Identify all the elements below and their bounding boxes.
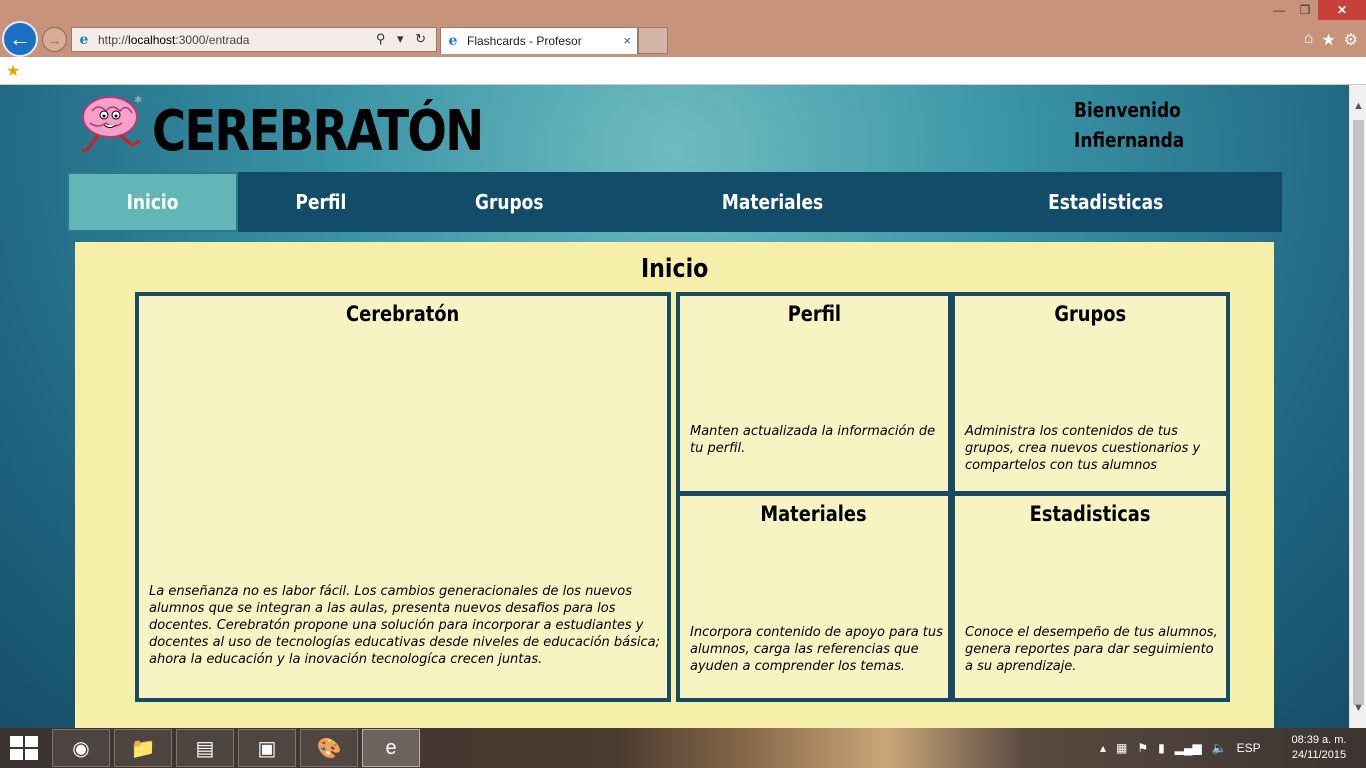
file-explorer-icon[interactable]: 📁 <box>114 729 172 767</box>
language-indicator[interactable]: ESP <box>1237 741 1261 755</box>
card-title: Grupos <box>1054 302 1127 326</box>
browser-tools: ⌂ ★ ⚙ <box>1304 30 1358 50</box>
system-clock[interactable]: 08:39 a. m. 24/11/2015 <box>1286 733 1352 763</box>
nav-materiales[interactable]: Materiales <box>615 172 930 232</box>
card-cerebraton: Cerebratón La enseñanza no es labor fáci… <box>135 292 671 702</box>
url-host: localhost <box>128 32 176 47</box>
chrome-app-icon[interactable]: ◉ <box>52 729 110 767</box>
page-title: Inicio <box>640 254 709 284</box>
card-title: Estadisticas <box>1030 502 1151 526</box>
scroll-down-icon[interactable]: ▼ <box>1350 699 1366 716</box>
window-controls: — ❐ ✕ <box>1266 0 1366 20</box>
home-icon[interactable]: ⌂ <box>1304 30 1314 50</box>
favorites-bar: ★ <box>0 57 1366 85</box>
browser-chrome: ← → e http://localhost:3000/entrada ⚲ ▾ … <box>0 0 1366 85</box>
desktop-grid-icon[interactable]: ▦ <box>1116 741 1127 755</box>
clock-time: 08:39 a. m. <box>1291 734 1347 746</box>
card-grupos[interactable]: Grupos Administra los contenidos de tus … <box>951 292 1230 495</box>
tab-ie-icon: e <box>448 33 458 49</box>
ie-page-icon: e <box>79 31 89 48</box>
scroll-thumb[interactable] <box>1353 120 1364 705</box>
settings-gear-icon[interactable]: ⚙ <box>1344 30 1358 50</box>
command-prompt-icon[interactable]: ▤ <box>176 729 234 767</box>
user-name: Infiernanda <box>1074 128 1185 152</box>
back-arrow-icon[interactable]: ← <box>2 21 38 57</box>
browser-tab[interactable]: e Flashcards - Profesor × <box>440 27 638 54</box>
minimize-icon[interactable]: — <box>1266 0 1292 20</box>
url-path: :3000/entrada <box>175 32 250 47</box>
nav-inicio[interactable]: Inicio <box>67 172 238 232</box>
nav-grupos[interactable]: Grupos <box>403 172 615 232</box>
address-tools-icons[interactable]: ⚲ ▾ ↻ <box>376 31 430 47</box>
card-description: Conoce el desempeño de tus alumnos, gene… <box>965 625 1218 674</box>
forward-arrow-icon[interactable]: → <box>42 27 67 52</box>
svg-text:✱: ✱ <box>134 95 142 106</box>
nav-estadisticas[interactable]: Estadisticas <box>930 172 1282 232</box>
close-window-icon[interactable]: ✕ <box>1318 0 1366 20</box>
tab-close-icon[interactable]: × <box>623 33 631 48</box>
vertical-scrollbar[interactable]: ▲ ▼ <box>1349 85 1366 728</box>
card-title: Cerebratón <box>346 302 460 326</box>
new-tab-button[interactable] <box>638 27 668 54</box>
card-description: La enseñanza no es labor fácil. Los camb… <box>149 584 661 667</box>
windows-taskbar: ◉ 📁 ▤ ▣ 🎨 e ▴ ▦ ⚑ ▮ ▂▄▆ 🔈 ESP 08:39 a. m… <box>0 728 1366 768</box>
brand-title: CEREBRATÓN <box>152 99 484 164</box>
battery-icon[interactable]: ▮ <box>1158 741 1165 755</box>
action-flag-icon[interactable]: ⚑ <box>1137 741 1148 755</box>
add-favorite-icon[interactable]: ★ <box>6 61 20 81</box>
tab-title: Flashcards - Profesor <box>467 34 582 48</box>
card-perfil[interactable]: Perfil Manten actualizada la información… <box>676 292 952 495</box>
paint-icon[interactable]: 🎨 <box>300 729 358 767</box>
card-description: Manten actualizada la información de tu … <box>690 424 936 456</box>
virtualbox-icon[interactable]: ▣ <box>238 729 296 767</box>
url-prefix: http:// <box>98 32 129 47</box>
internet-explorer-icon[interactable]: e <box>362 729 420 767</box>
restore-icon[interactable]: ❐ <box>1292 0 1318 20</box>
nav-perfil[interactable]: Perfil <box>238 172 403 232</box>
card-description: Incorpora contenido de apoyo para tus al… <box>690 625 943 674</box>
card-materiales[interactable]: Materiales Incorpora contenido de apoyo … <box>676 492 952 702</box>
favorites-star-icon[interactable]: ★ <box>1321 30 1335 50</box>
clock-date: 24/11/2015 <box>1291 749 1347 761</box>
welcome-line: Bienvenido <box>1074 98 1181 122</box>
card-title: Materiales <box>760 502 868 526</box>
card-description: Administra los contenidos de tus grupos,… <box>965 424 1201 473</box>
signal-icon[interactable]: ▂▄▆ <box>1175 741 1202 755</box>
system-tray: ▴ ▦ ⚑ ▮ ▂▄▆ 🔈 ESP <box>1100 728 1261 768</box>
address-bar[interactable]: e http://localhost:3000/entrada ⚲ ▾ ↻ <box>71 27 437 52</box>
card-title: Perfil <box>787 302 841 326</box>
windows-start-icon[interactable] <box>10 736 38 760</box>
main-navigation: Inicio Perfil Grupos Materiales Estadist… <box>67 172 1282 232</box>
show-hidden-icons-icon[interactable]: ▴ <box>1100 741 1106 755</box>
brain-mascot-logo: ✱ <box>81 95 142 153</box>
card-estadisticas[interactable]: Estadisticas Conoce el desempeño de tus … <box>951 492 1230 702</box>
welcome-message: Bienvenido Infiernanda <box>1074 95 1184 155</box>
volume-icon[interactable]: 🔈 <box>1212 741 1227 755</box>
scroll-up-icon[interactable]: ▲ <box>1350 97 1366 114</box>
